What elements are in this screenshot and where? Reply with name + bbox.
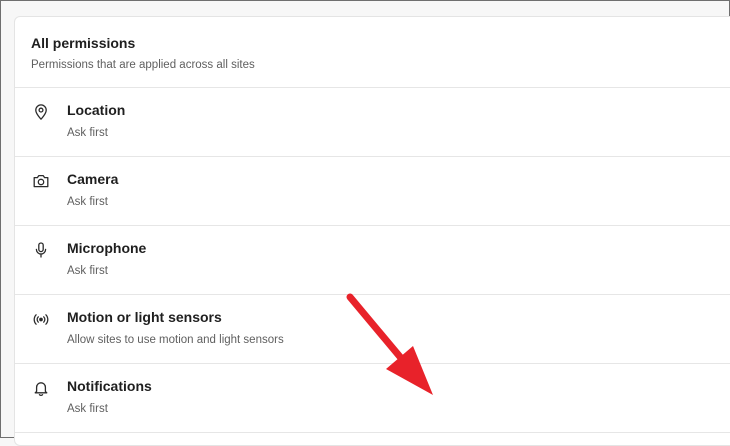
permission-status: Ask first [67, 196, 108, 208]
permission-status: Allow sites to use motion and light sens… [67, 334, 284, 346]
bell-icon [32, 379, 50, 397]
all-permissions-panel: All permissions Permissions that are app… [14, 16, 730, 446]
permission-status: Ask first [67, 403, 108, 415]
permission-status: Ask first [67, 265, 108, 277]
sensors-icon [32, 310, 50, 328]
permission-row-location[interactable]: Location Ask first [15, 87, 730, 157]
camera-icon [32, 172, 50, 190]
permission-row-notifications[interactable]: Notifications Ask first [15, 363, 730, 433]
permission-label: Motion or light sensors [67, 309, 222, 325]
permissions-header: All permissions Permissions that are app… [15, 17, 730, 88]
permission-row-microphone[interactable]: Microphone Ask first [15, 225, 730, 295]
page-title: All permissions [31, 35, 136, 51]
permission-label: Notifications [67, 378, 152, 394]
microphone-icon [32, 241, 50, 259]
permission-row-sensors[interactable]: Motion or light sensors Allow sites to u… [15, 294, 730, 364]
location-pin-icon [32, 103, 50, 121]
permission-label: Microphone [67, 240, 147, 256]
permission-label: Camera [67, 171, 119, 187]
permission-status: Ask first [67, 127, 108, 139]
permission-row-camera[interactable]: Camera Ask first [15, 156, 730, 226]
permission-label: Location [67, 102, 126, 118]
page-subtitle: Permissions that are applied across all … [31, 59, 255, 71]
